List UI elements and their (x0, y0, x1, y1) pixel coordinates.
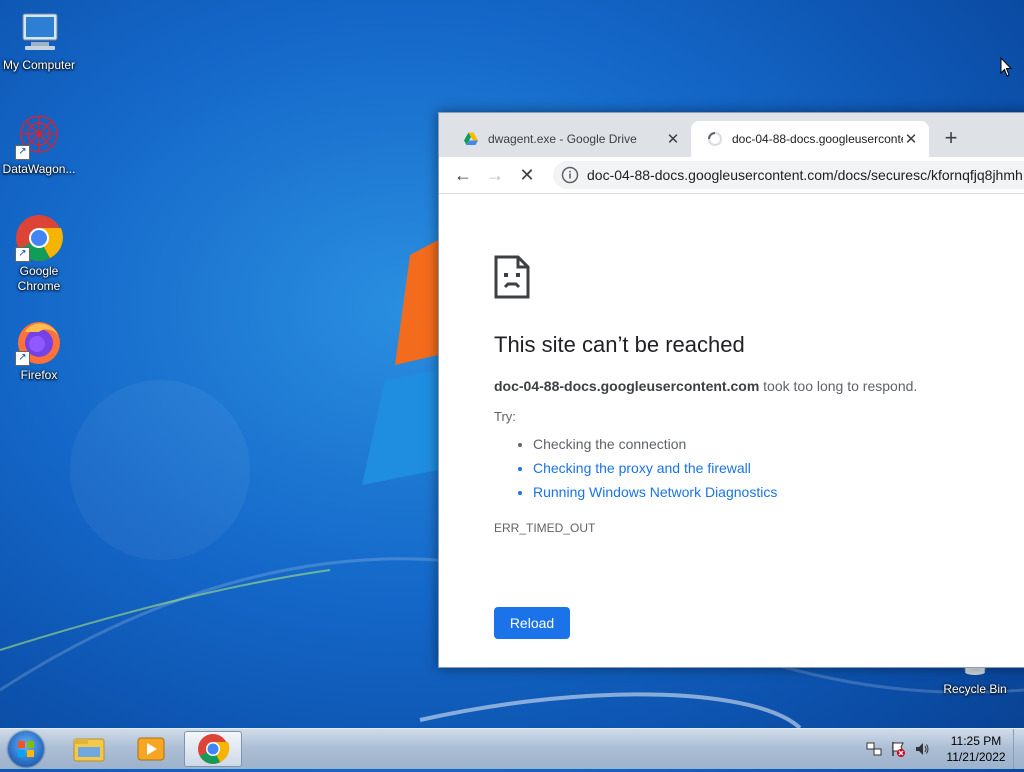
computer-icon (15, 8, 63, 56)
forward-button[interactable]: → (483, 163, 507, 187)
sad-page-icon (494, 255, 530, 299)
tab-googleusercontent[interactable]: doc-04-88-docs.googleusercontent.com ✕ (691, 121, 929, 157)
stop-loading-button[interactable]: ✕ (515, 163, 539, 187)
tab-title: dwagent.exe - Google Drive (488, 132, 637, 146)
error-code: ERR_TIMED_OUT (494, 521, 596, 535)
shortcut-arrow-icon: ↗ (15, 351, 30, 366)
arrow-right-icon: → (486, 165, 504, 185)
taskbar-media-player[interactable] (122, 731, 180, 767)
clock[interactable]: 11:25 PM 11/21/2022 (936, 733, 1016, 765)
suggestion-check-connection: Checking the connection (533, 432, 777, 456)
action-center-flag-icon[interactable] (890, 741, 906, 757)
explorer-icon (73, 738, 105, 762)
media-player-icon (137, 737, 165, 761)
desktop-icon-label: Recycle Bin (943, 682, 1007, 696)
back-button[interactable]: ← (451, 163, 475, 187)
firefox-icon: ↗ (15, 318, 63, 366)
show-desktop-button[interactable] (1013, 729, 1024, 769)
suggestion-network-diagnostics-link[interactable]: Running Windows Network Diagnostics (533, 480, 777, 504)
suggestion-list: Checking the connection Checking the pro… (517, 432, 777, 504)
error-title: This site can’t be reached (494, 332, 745, 357)
close-tab-icon[interactable]: ✕ (903, 130, 919, 148)
clock-time: 11:25 PM (950, 734, 1002, 748)
tab-google-drive[interactable]: dwagent.exe - Google Drive ✕ (447, 121, 691, 157)
desktop-icon-label: DataWagon... (2, 162, 76, 176)
google-drive-icon (464, 132, 478, 145)
network-icon[interactable] (866, 741, 882, 757)
desktop-icon-firefox[interactable]: ↗ Firefox (0, 318, 78, 383)
browser-toolbar: ← → ✕ doc-04-88-docs.googleusercontent.c… (439, 157, 1024, 194)
taskbar: 11:25 PM 11/21/2022 (0, 728, 1024, 769)
error-page: This site can’t be reached doc-04-88-doc… (439, 194, 1024, 667)
error-desc-suffix: took too long to respond. (759, 378, 918, 394)
reload-button[interactable]: Reload (494, 607, 570, 639)
mouse-cursor-icon (1000, 57, 1012, 77)
arrow-left-icon: ← (454, 165, 472, 185)
shortcut-arrow-icon: ↗ (15, 145, 30, 160)
desktop-icon-label: Firefox (20, 368, 58, 382)
new-tab-button[interactable]: + (939, 127, 963, 151)
stop-x-icon: ✕ (519, 165, 535, 185)
site-info-icon[interactable] (561, 166, 579, 184)
chrome-window: dwagent.exe - Google Drive ✕ doc-04-88-d… (438, 112, 1024, 668)
start-button[interactable] (8, 731, 44, 767)
windows-logo-icon (18, 741, 34, 757)
system-tray: 11:25 PM 11/21/2022 (860, 729, 1024, 769)
error-description: doc-04-88-docs.googleusercontent.com too… (494, 378, 917, 394)
chrome-icon: ↗ (15, 214, 63, 262)
try-label: Try: (494, 409, 516, 424)
desktop-icon-datawagon[interactable]: ↗ DataWagon... (0, 112, 78, 177)
close-tab-icon[interactable]: ✕ (665, 130, 681, 148)
volume-icon[interactable] (914, 741, 930, 757)
desktop-icon-google-chrome[interactable]: ↗ Google Chrome (0, 214, 78, 294)
loading-spinner-icon (708, 132, 722, 146)
shortcut-arrow-icon: ↗ (15, 247, 30, 262)
address-bar[interactable]: doc-04-88-docs.googleusercontent.com/doc… (553, 161, 1024, 189)
datawagon-icon: ↗ (15, 112, 63, 160)
error-host: doc-04-88-docs.googleusercontent.com (494, 378, 760, 394)
url-text: doc-04-88-docs.googleusercontent.com/doc… (587, 167, 1023, 183)
tab-strip: dwagent.exe - Google Drive ✕ doc-04-88-d… (439, 113, 1024, 157)
chrome-icon (198, 734, 230, 764)
suggestion-check-proxy-link[interactable]: Checking the proxy and the firewall (533, 456, 777, 480)
taskbar-explorer[interactable] (60, 731, 118, 767)
desktop-icon-label: Google Chrome (17, 264, 61, 293)
taskbar-chrome[interactable] (184, 731, 242, 767)
desktop-icon-my-computer[interactable]: My Computer (0, 8, 78, 73)
tab-title: doc-04-88-docs.googleusercontent.com (732, 132, 903, 146)
clock-date: 11/21/2022 (946, 750, 1006, 764)
desktop-icon-label: My Computer (2, 58, 76, 72)
